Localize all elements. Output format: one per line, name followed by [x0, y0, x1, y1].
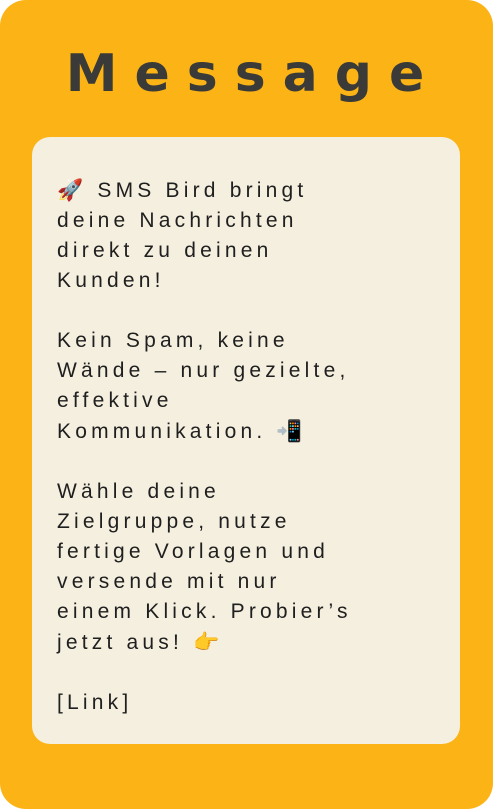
message-link-placeholder[interactable]: [Link]: [57, 688, 450, 718]
link-text[interactable]: [Link]: [57, 691, 132, 714]
rocket-icon: 🚀: [57, 178, 88, 202]
paragraph-text: Wähle deine Zielgruppe, nutze fertige Vo…: [57, 480, 352, 654]
message-paragraph-cta: Wähle deine Zielgruppe, nutze fertige Vo…: [57, 477, 450, 658]
message-card: Message 🚀 SMS Bird bringt deine Nachrich…: [0, 0, 493, 809]
message-paragraph-features: Kein Spam, keine Wände – nur gezielte, e…: [57, 326, 450, 447]
paragraph-text: SMS Bird bringt deine Nachrichten direkt…: [57, 179, 308, 292]
pointing-hand-icon: 👉: [193, 630, 224, 654]
message-body: 🚀 SMS Bird bringt deine Nachrichten dire…: [32, 137, 460, 744]
card-title: Message: [65, 44, 442, 104]
message-paragraph-intro: 🚀 SMS Bird bringt deine Nachrichten dire…: [57, 175, 450, 296]
mobile-arrow-icon: 📲: [276, 419, 307, 443]
